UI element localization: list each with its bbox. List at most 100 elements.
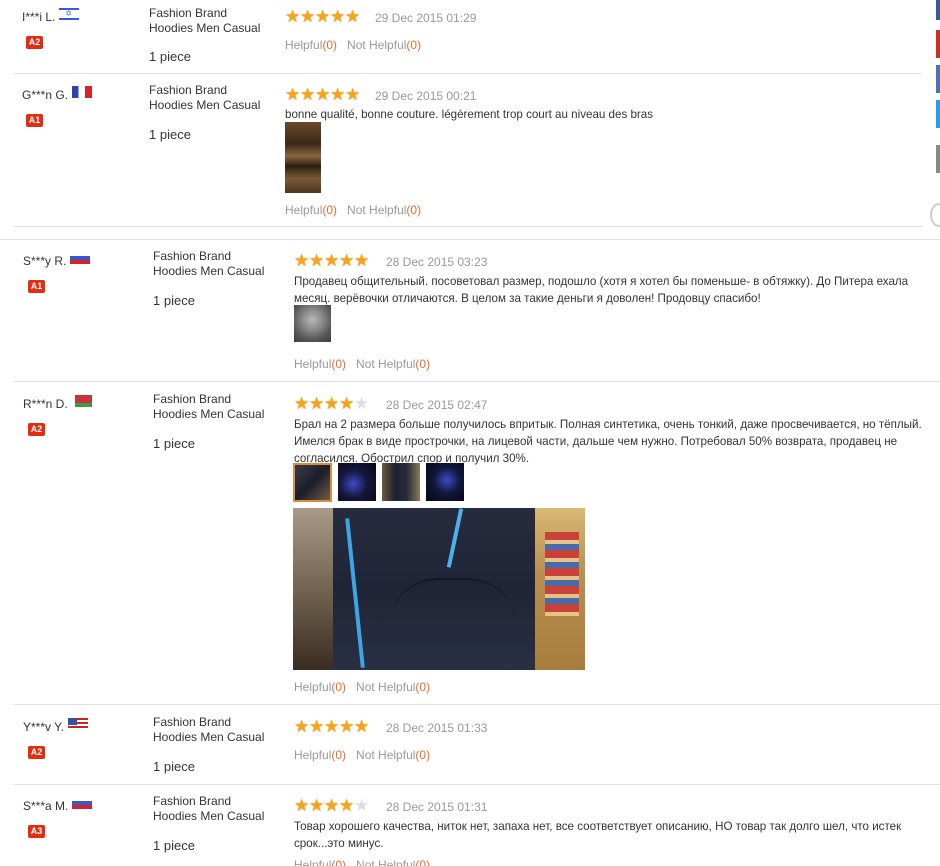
not-helpful-label: Not Helpful bbox=[347, 203, 407, 217]
helpful-votes: Helpful(0) Not Helpful(0) bbox=[294, 680, 430, 694]
product-title-line2: Hoodies Men Casual bbox=[153, 264, 265, 278]
star-icon: ★ bbox=[324, 796, 340, 815]
helpful-count: (0) bbox=[331, 858, 347, 866]
rating-stars: ★★★★★ bbox=[285, 85, 360, 104]
star-icon: ★ bbox=[345, 7, 361, 26]
review-text: Продавец общительный. посоветовал размер… bbox=[294, 275, 909, 305]
buyer-name-text: I***i L. bbox=[22, 10, 56, 24]
russia-flag-icon bbox=[70, 252, 91, 264]
helpful-button[interactable]: Helpful(0) bbox=[285, 38, 337, 52]
not-helpful-count: (0) bbox=[415, 858, 431, 866]
star-icon: ★ bbox=[294, 394, 310, 413]
helpful-count: (0) bbox=[331, 680, 347, 694]
product-quantity: 1 piece bbox=[153, 838, 195, 853]
not-helpful-button[interactable]: Not Helpful(0) bbox=[356, 748, 430, 762]
product-quantity: 1 piece bbox=[153, 436, 195, 451]
product-title-line1: Fashion Brand bbox=[149, 6, 228, 20]
feedback-item: I***i L. A2 Fashion Brand Hoodies Men Ca… bbox=[0, 0, 940, 74]
review-date: 28 Dec 2015 03:23 bbox=[386, 255, 488, 269]
buyer-name: S***y R. bbox=[23, 252, 91, 268]
product-title-line2: Hoodies Men Casual bbox=[153, 809, 265, 823]
star-empty-icon: ★ bbox=[354, 796, 370, 815]
buyer-level-badge: A2 bbox=[26, 36, 43, 49]
product-quantity: 1 piece bbox=[149, 127, 191, 142]
star-icon: ★ bbox=[315, 7, 331, 26]
star-icon: ★ bbox=[324, 394, 340, 413]
helpful-votes: Helpful(0) Not Helpful(0) bbox=[285, 203, 421, 217]
feedback-item: R***n D. A2 Fashion Brand Hoodies Men Ca… bbox=[0, 382, 940, 704]
belarus-flag-icon bbox=[71, 395, 92, 407]
helpful-label: Helpful bbox=[285, 203, 323, 217]
not-helpful-button[interactable]: Not Helpful(0) bbox=[356, 858, 430, 866]
not-helpful-button[interactable]: Not Helpful(0) bbox=[356, 357, 430, 371]
helpful-button[interactable]: Helpful(0) bbox=[294, 680, 346, 694]
helpful-button[interactable]: Helpful(0) bbox=[294, 858, 346, 866]
not-helpful-label: Not Helpful bbox=[347, 38, 407, 52]
buyer-name-text: G***n G. bbox=[22, 88, 69, 102]
review-photo-thumbnail[interactable] bbox=[293, 463, 332, 502]
helpful-label: Helpful bbox=[294, 858, 332, 866]
star-icon: ★ bbox=[285, 85, 301, 104]
not-helpful-count: (0) bbox=[415, 357, 431, 371]
not-helpful-label: Not Helpful bbox=[356, 748, 416, 762]
helpful-votes: Helpful(0) Not Helpful(0) bbox=[294, 357, 430, 371]
product-title-line1: Fashion Brand bbox=[149, 83, 228, 97]
review-photo-thumbnail[interactable] bbox=[285, 122, 321, 193]
helpful-count: (0) bbox=[322, 203, 338, 217]
review-date: 29 Dec 2015 01:29 bbox=[375, 11, 477, 25]
star-icon: ★ bbox=[324, 717, 340, 736]
star-icon: ★ bbox=[339, 251, 355, 270]
not-helpful-count: (0) bbox=[415, 680, 431, 694]
row-divider bbox=[14, 226, 922, 227]
buyer-level-badge: A2 bbox=[28, 746, 45, 759]
star-icon: ★ bbox=[300, 85, 316, 104]
helpful-label: Helpful bbox=[294, 357, 332, 371]
star-icon: ★ bbox=[330, 85, 346, 104]
not-helpful-button[interactable]: Not Helpful(0) bbox=[347, 203, 421, 217]
buyer-name-text: R***n D. bbox=[23, 397, 68, 411]
photo-poster bbox=[545, 532, 579, 616]
review-date: 29 Dec 2015 00:21 bbox=[375, 89, 477, 103]
helpful-count: (0) bbox=[331, 748, 347, 762]
not-helpful-button[interactable]: Not Helpful(0) bbox=[356, 680, 430, 694]
helpful-count: (0) bbox=[322, 38, 338, 52]
product-title-line1: Fashion Brand bbox=[153, 715, 232, 729]
helpful-button[interactable]: Helpful(0) bbox=[294, 748, 346, 762]
star-icon: ★ bbox=[315, 85, 331, 104]
buyer-name: Y***v Y. bbox=[23, 718, 88, 734]
review-photo-thumbnail[interactable] bbox=[294, 305, 331, 342]
review-photo-thumbnail[interactable] bbox=[426, 463, 464, 501]
product-title-line1: Fashion Brand bbox=[153, 392, 232, 406]
buyer-level-badge: A1 bbox=[26, 114, 43, 127]
star-icon: ★ bbox=[324, 251, 340, 270]
product-info: Fashion Brand Hoodies Men Casual bbox=[149, 6, 260, 36]
review-photo-thumbnail[interactable] bbox=[382, 463, 420, 501]
product-info: Fashion Brand Hoodies Men Casual bbox=[153, 249, 264, 279]
product-title-line1: Fashion Brand bbox=[153, 249, 232, 263]
photo-pocket bbox=[393, 578, 513, 670]
star-icon: ★ bbox=[294, 251, 310, 270]
rating-stars: ★★★★★ bbox=[285, 7, 361, 26]
feedback-item: Y***v Y. A2 Fashion Brand Hoodies Men Ca… bbox=[0, 705, 940, 784]
product-quantity: 1 piece bbox=[153, 759, 195, 774]
product-info: Fashion Brand Hoodies Men Casual bbox=[149, 83, 260, 113]
buyer-name: S***a M. bbox=[23, 797, 93, 813]
feedback-item: G***n G. A1 Fashion Brand Hoodies Men Ca… bbox=[0, 74, 940, 229]
buyer-name: G***n G. bbox=[22, 86, 93, 102]
rating-stars: ★★★★★ bbox=[294, 394, 369, 413]
usa-flag-icon bbox=[67, 718, 88, 730]
not-helpful-label: Not Helpful bbox=[356, 357, 416, 371]
product-quantity: 1 piece bbox=[149, 49, 191, 64]
helpful-button[interactable]: Helpful(0) bbox=[285, 203, 337, 217]
helpful-button[interactable]: Helpful(0) bbox=[294, 357, 346, 371]
review-photo-large[interactable] bbox=[293, 508, 585, 670]
review-date: 28 Dec 2015 01:33 bbox=[386, 721, 488, 735]
product-title-line2: Hoodies Men Casual bbox=[153, 730, 265, 744]
russia-flag-icon bbox=[72, 797, 93, 809]
review-photo-thumbnail[interactable] bbox=[338, 463, 376, 501]
helpful-label: Helpful bbox=[294, 748, 332, 762]
review-text: Брал на 2 размера больше получилось впри… bbox=[294, 418, 922, 465]
not-helpful-button[interactable]: Not Helpful(0) bbox=[347, 38, 421, 52]
star-icon: ★ bbox=[330, 7, 346, 26]
product-title-line2: Hoodies Men Casual bbox=[153, 407, 265, 421]
